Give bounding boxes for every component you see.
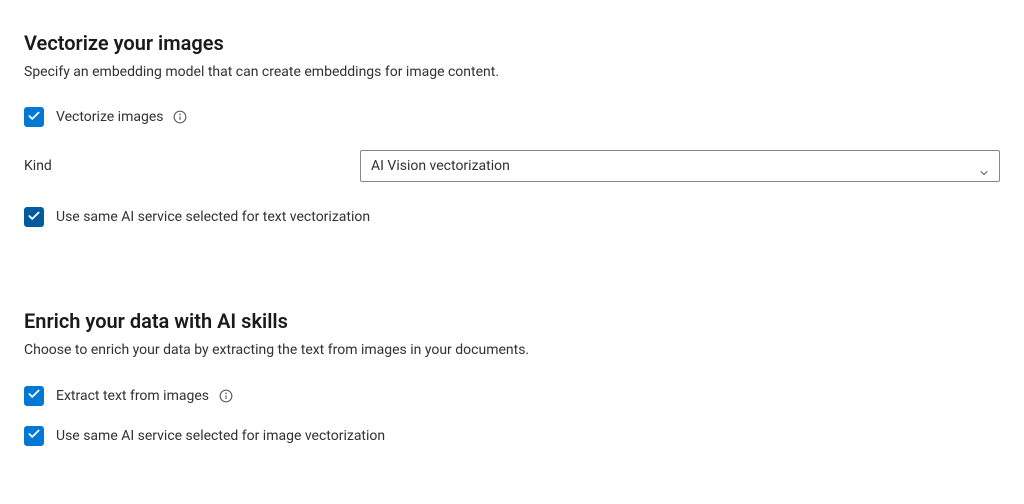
enrich-title: Enrich your data with AI skills (24, 308, 1000, 334)
chevron-down-icon (978, 160, 990, 172)
use-same-service-text-checkbox[interactable] (24, 207, 44, 227)
checkmark-icon (27, 426, 41, 445)
kind-select-value: AI Vision vectorization (371, 151, 510, 181)
use-same-service-text-label[interactable]: Use same AI service selected for text ve… (56, 207, 370, 227)
enrich-subtitle: Choose to enrich your data by extracting… (24, 340, 1000, 360)
extract-text-label[interactable]: Extract text from images (56, 386, 209, 406)
info-icon[interactable] (219, 389, 233, 403)
checkmark-icon (27, 208, 41, 227)
vectorize-title: Vectorize your images (24, 30, 1000, 56)
use-same-service-image-checkbox[interactable] (24, 426, 44, 446)
kind-label: Kind (24, 158, 360, 174)
vectorize-images-checkbox[interactable] (24, 107, 44, 127)
checkmark-icon (27, 386, 41, 405)
section-enrich-ai-skills: Enrich your data with AI skills Choose t… (24, 308, 1000, 446)
vectorize-subtitle: Specify an embedding model that can crea… (24, 62, 1000, 82)
checkmark-icon (27, 108, 41, 127)
kind-field-row: Kind AI Vision vectorization (24, 150, 1000, 182)
use-same-service-image-label[interactable]: Use same AI service selected for image v… (56, 426, 385, 446)
vectorize-images-label[interactable]: Vectorize images (56, 107, 163, 127)
section-vectorize-images: Vectorize your images Specify an embeddi… (24, 30, 1000, 228)
extract-text-checkbox[interactable] (24, 386, 44, 406)
info-icon[interactable] (173, 110, 187, 124)
kind-select[interactable]: AI Vision vectorization (360, 150, 1000, 182)
